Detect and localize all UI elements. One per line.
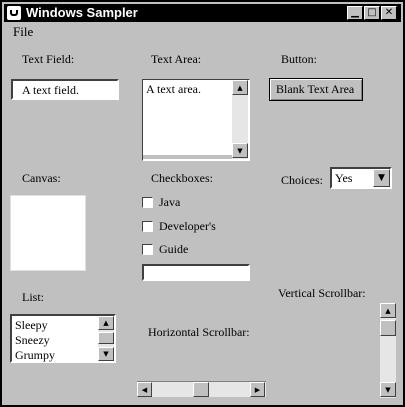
choices-dropdown[interactable]: Yes ▼ [330, 167, 392, 189]
text-area-hscroll-strip[interactable] [143, 155, 232, 159]
list-item[interactable]: Sneezy [15, 333, 50, 348]
vertical-scrollbar-label: Vertical Scrollbar: [278, 286, 366, 300]
checkbox-guide-label: Guide [159, 242, 189, 256]
title-bar[interactable]: Windows Sampler ▁ □ ✕ [4, 4, 401, 22]
horizontal-scroll-thumb[interactable] [193, 382, 209, 397]
list-item[interactable]: Sleepy [15, 318, 48, 333]
list-scroll-thumb[interactable] [98, 332, 114, 344]
checkboxes-label: Checkboxes: [151, 171, 213, 185]
blank-text-area-button[interactable]: Blank Text Area [269, 78, 363, 101]
choices-selected: Yes [335, 171, 353, 185]
list-box[interactable]: Sleepy Sneezy Grumpy ▲ ▼ [10, 314, 116, 363]
minimize-button[interactable]: ▁ [347, 6, 363, 20]
horizontal-scrollbar-label: Horizontal Scrollbar: [148, 325, 250, 339]
vertical-scroll-thumb[interactable] [380, 320, 396, 336]
horizontal-scrollbar[interactable]: ◀ ▶ [137, 381, 266, 397]
checkbox-guide[interactable] [142, 244, 153, 255]
checkbox-developers-label: Developer's [159, 219, 216, 233]
text-area-label: Text Area: [151, 52, 202, 66]
close-button[interactable]: ✕ [381, 6, 397, 20]
chevron-down-icon[interactable]: ▼ [373, 169, 390, 187]
button-label: Button: [281, 52, 318, 66]
scroll-right-icon[interactable]: ▶ [250, 382, 265, 397]
text-area-value: A text area. [146, 82, 201, 96]
checkbox-java[interactable] [142, 197, 153, 208]
java-cup-icon[interactable] [7, 6, 21, 20]
canvas[interactable] [10, 195, 86, 271]
menu-file[interactable]: File [13, 24, 33, 40]
checkbox-java-label: Java [159, 195, 181, 209]
checkbox-text-field[interactable] [142, 264, 250, 281]
scroll-left-icon[interactable]: ◀ [137, 382, 152, 397]
vertical-scrollbar[interactable]: ▲ ▼ [380, 303, 396, 398]
scroll-down-icon[interactable]: ▼ [380, 382, 396, 397]
application-window: Windows Sampler ▁ □ ✕ File Text Field: A… [0, 0, 405, 407]
list-label: List: [22, 290, 45, 304]
text-field-value: A text field. [22, 83, 79, 97]
maximize-button[interactable]: □ [364, 6, 380, 20]
list-scroll-down-icon[interactable]: ▼ [98, 347, 114, 361]
text-area-scroll-up-icon[interactable]: ▲ [232, 80, 248, 95]
checkbox-developers[interactable] [142, 221, 153, 232]
scroll-up-icon[interactable]: ▲ [380, 303, 396, 318]
text-field[interactable]: A text field. [11, 79, 119, 100]
canvas-label: Canvas: [22, 171, 61, 185]
choices-label: Choices: [281, 173, 323, 187]
menu-bar: File [4, 22, 401, 40]
text-field-label: Text Field: [22, 52, 75, 66]
text-area[interactable]: A text area. ▲ ▼ [142, 79, 250, 161]
list-scroll-up-icon[interactable]: ▲ [98, 316, 114, 330]
window-title: Windows Sampler [26, 5, 138, 20]
list-item[interactable]: Grumpy [15, 348, 55, 363]
blank-text-area-button-label: Blank Text Area [276, 82, 355, 96]
text-area-scroll-down-icon[interactable]: ▼ [232, 143, 248, 158]
